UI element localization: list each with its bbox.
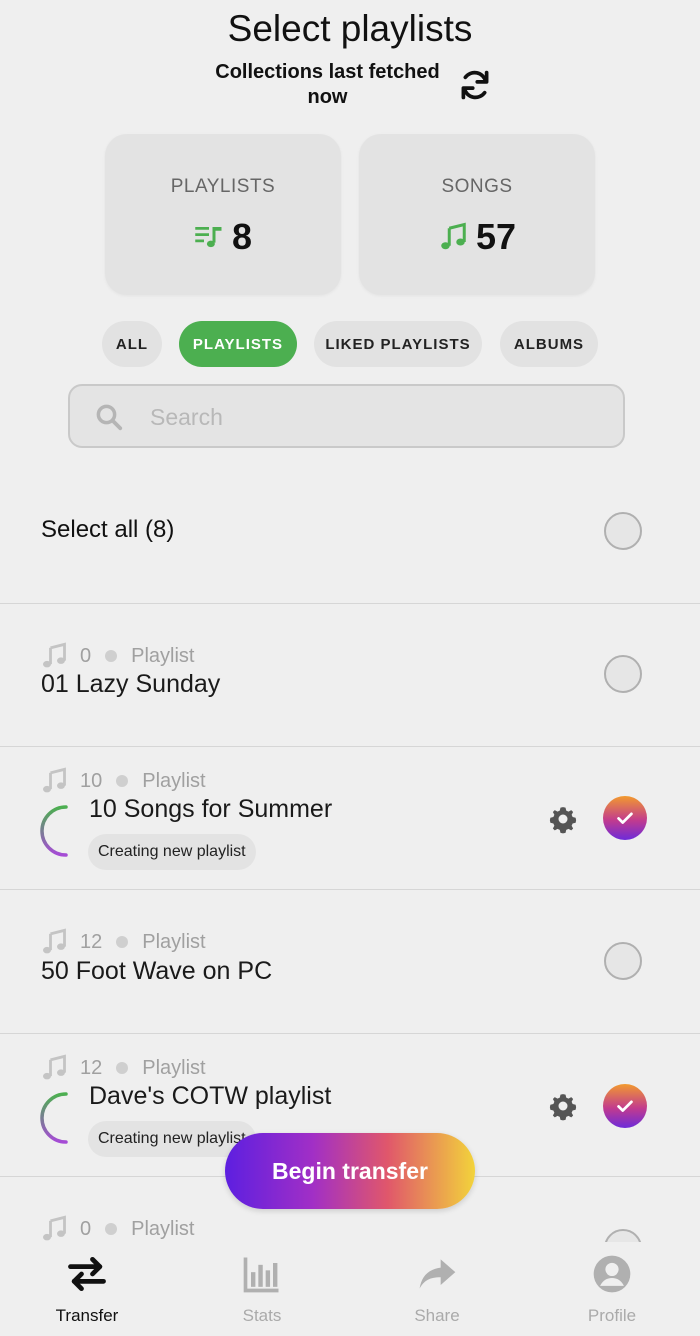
bottom-nav: Transfer Stats Share Profile (0, 1242, 700, 1336)
playlist-row[interactable]: 0 Playlist 01 Lazy Sunday (0, 604, 700, 747)
playlist-title: 50 Foot Wave on PC (41, 957, 273, 985)
select-all-checkbox[interactable] (604, 512, 642, 550)
nav-label-profile: Profile (587, 1306, 637, 1325)
music-note-icon (441, 222, 466, 250)
song-count: 10 (80, 769, 103, 792)
last-fetched-label: Collections last fetched now (215, 61, 440, 108)
nav-tab-profile[interactable]: Profile (552, 1252, 672, 1326)
checkmark-icon (617, 812, 633, 824)
filter-playlists-chip[interactable]: PLAYLISTS (179, 321, 297, 367)
song-count: 12 (80, 1056, 103, 1079)
gear-icon[interactable] (548, 1091, 578, 1121)
nav-label-transfer: Transfer (55, 1306, 119, 1325)
playlist-meta: 0 Playlist (40, 642, 194, 670)
music-note-icon (43, 642, 66, 668)
songs-stat-card: SONGS 57 (359, 134, 595, 295)
dot-separator (105, 1223, 118, 1235)
item-type: Playlist (142, 769, 206, 792)
status-badge: Creating new playlist (88, 834, 256, 870)
playlist-title: Dave's COTW playlist (89, 1082, 332, 1110)
playlist-row[interactable]: 12 Playlist 50 Foot Wave on PC (0, 890, 700, 1033)
filter-albums-chip[interactable]: ALBUMS (500, 321, 598, 367)
transfer-arrows-icon (68, 1256, 106, 1292)
checkmark-icon (617, 1100, 633, 1112)
dot-separator (116, 936, 129, 948)
playlist-row[interactable]: 10 Playlist 10 Songs for Summer Creating… (0, 747, 700, 890)
begin-transfer-button[interactable]: Begin transfer (225, 1133, 475, 1209)
playlists-count: 8 (231, 216, 253, 257)
song-count: 0 (80, 644, 92, 667)
playlist-checkbox[interactable] (604, 942, 642, 980)
page-title: Select playlists (227, 8, 473, 49)
select-all-label: Select all (8) (41, 516, 175, 543)
playlist-icon (195, 227, 222, 248)
playlist-meta: 0 Playlist (40, 1215, 194, 1242)
songs-count: 57 (475, 216, 517, 257)
search-icon (96, 404, 123, 431)
gear-icon[interactable] (548, 804, 578, 834)
selected-checkbox[interactable] (603, 796, 647, 840)
music-note-icon (43, 1215, 66, 1241)
playlist-checkbox[interactable] (604, 1229, 642, 1242)
playlist-meta: 10 Playlist (40, 767, 206, 795)
profile-avatar-icon (593, 1255, 631, 1293)
dot-separator (116, 1062, 129, 1074)
refresh-icon[interactable] (458, 68, 492, 102)
item-type: Playlist (142, 1056, 206, 1079)
music-note-icon (43, 1054, 66, 1080)
item-type: Playlist (142, 930, 206, 953)
item-type: Playlist (131, 1217, 195, 1240)
song-count: 12 (80, 930, 103, 953)
progress-spinner-icon (40, 1092, 68, 1144)
filter-liked-playlists-chip[interactable]: LIKED PLAYLISTS (314, 321, 482, 367)
nav-label-share: Share (414, 1306, 460, 1325)
playlists-stat-label: PLAYLISTS (170, 176, 276, 197)
playlist-title: 10 Songs for Summer (89, 795, 333, 823)
playlist-title: 01 Lazy Sunday (41, 670, 221, 698)
stats-chart-icon (243, 1257, 279, 1293)
playlist-checkbox[interactable] (604, 655, 642, 693)
song-count: 0 (80, 1217, 92, 1240)
selected-checkbox[interactable] (603, 1084, 647, 1128)
nav-tab-transfer[interactable]: Transfer (27, 1252, 147, 1326)
share-arrow-icon (419, 1259, 456, 1289)
nav-label-stats: Stats (242, 1306, 282, 1325)
item-type: Playlist (131, 644, 195, 667)
progress-spinner-icon (40, 805, 68, 857)
playlist-meta: 12 Playlist (40, 1054, 206, 1082)
playlist-meta: 12 Playlist (40, 928, 206, 956)
dot-separator (116, 775, 129, 787)
search-input[interactable] (148, 396, 602, 438)
songs-stat-label: SONGS (441, 176, 513, 197)
nav-tab-share[interactable]: Share (377, 1252, 497, 1326)
music-note-icon (43, 928, 66, 954)
music-note-icon (43, 767, 66, 793)
filter-all-chip[interactable]: ALL (102, 321, 162, 367)
search-box[interactable] (68, 384, 625, 448)
playlists-stat-card: PLAYLISTS 8 (105, 134, 341, 295)
nav-tab-stats[interactable]: Stats (202, 1252, 322, 1326)
dot-separator (105, 650, 118, 662)
